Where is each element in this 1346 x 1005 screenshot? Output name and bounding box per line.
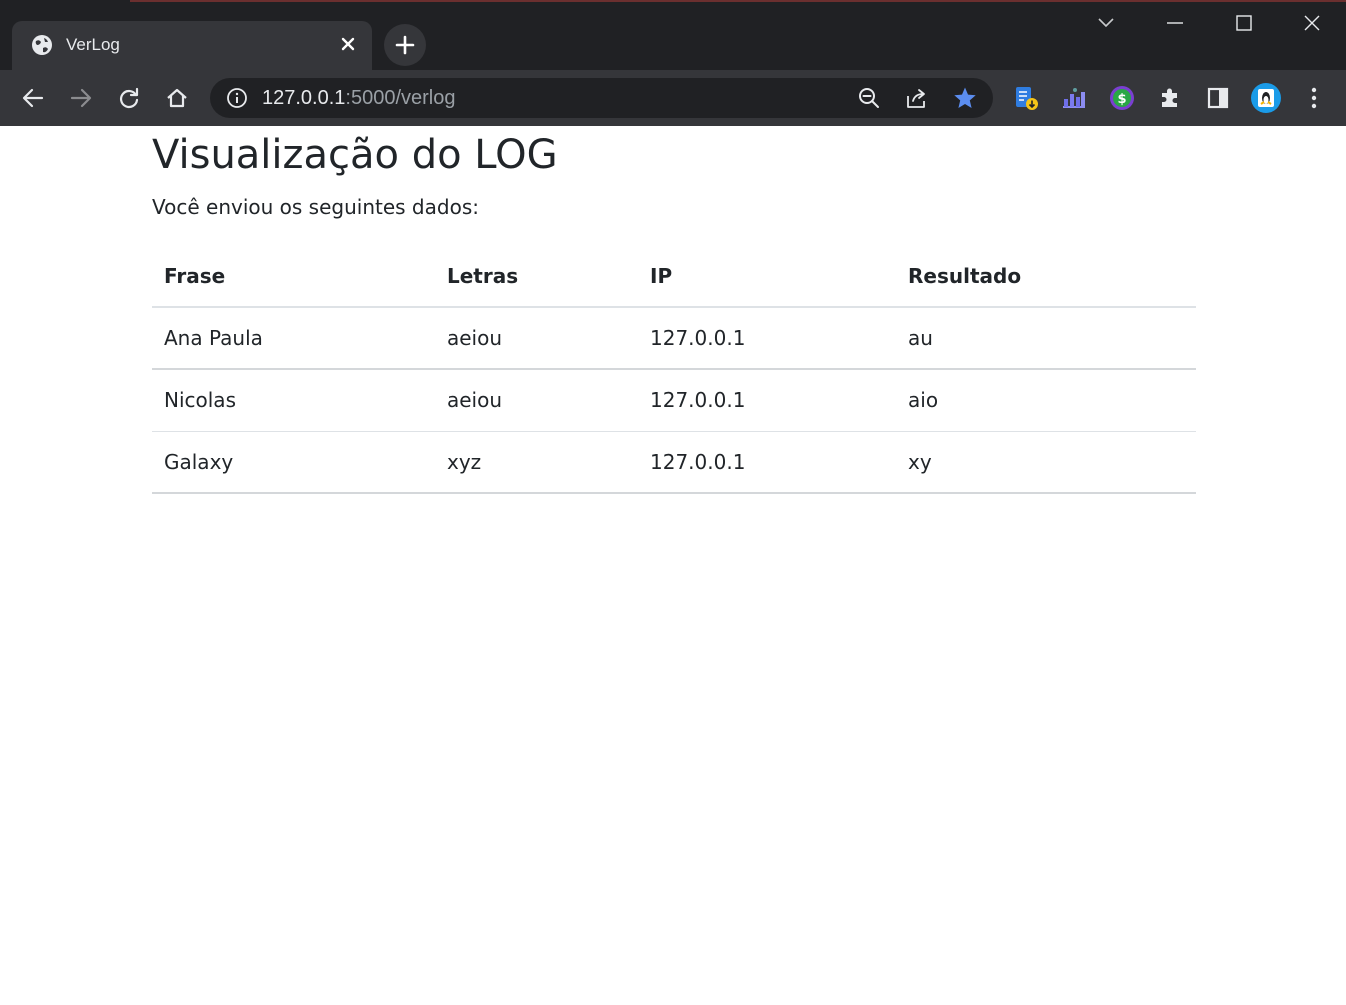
browser-menu-button[interactable] (1300, 84, 1328, 112)
avatar (1251, 83, 1281, 113)
table-row: Ana Paula aeiou 127.0.0.1 au (152, 307, 1196, 370)
url-text[interactable]: 127.0.0.1:5000/verlog (262, 87, 456, 110)
cell-letras: xyz (435, 431, 638, 494)
plus-icon (395, 35, 415, 55)
puzzle-icon (1162, 88, 1177, 107)
table-header-row: Frase Letras IP Resultado (152, 246, 1196, 308)
reload-button[interactable] (111, 80, 147, 116)
side-panel-icon (1207, 87, 1229, 109)
column-header-letras: Letras (435, 246, 638, 308)
address-bar[interactable]: 127.0.0.1:5000/verlog (210, 78, 993, 118)
cell-ip: 127.0.0.1 (638, 369, 896, 432)
share-icon (907, 89, 925, 108)
table-row: Nicolas aeiou 127.0.0.1 aio (152, 369, 1196, 432)
side-panel-button[interactable] (1204, 84, 1232, 112)
close-icon (1304, 15, 1320, 31)
reload-icon (119, 87, 139, 109)
page-title: Visualização do LOG (152, 132, 558, 178)
kebab-menu-icon (1311, 87, 1317, 109)
extensions-button[interactable] (1156, 84, 1184, 112)
back-button[interactable] (15, 80, 51, 116)
table-row: Galaxy xyz 127.0.0.1 xy (152, 431, 1196, 494)
content-container: Visualização do LOG Você enviou os segui… (152, 126, 1196, 494)
cell-frase: Ana Paula (152, 307, 435, 370)
dollar-icon: $ (1110, 86, 1134, 110)
info-icon[interactable] (226, 87, 248, 109)
maximize-icon (1236, 15, 1252, 31)
document-download-icon (1016, 87, 1038, 110)
arrow-left-icon (22, 88, 44, 108)
chart-extension-icon (1063, 88, 1085, 108)
new-tab-button[interactable] (384, 24, 426, 66)
home-button[interactable] (159, 80, 195, 116)
maximize-button[interactable] (1224, 8, 1264, 38)
intro-text: Você enviou os seguintes dados: (152, 195, 479, 219)
zoom-out-icon (859, 88, 879, 108)
extension-dollar[interactable]: $ (1108, 84, 1136, 112)
extension-file-download[interactable] (1012, 84, 1040, 112)
arrow-right-icon (70, 88, 92, 108)
page-viewport: Visualização do LOG Você enviou os segui… (0, 126, 1346, 1005)
tab-title: VerLog (66, 35, 120, 54)
zoom-button[interactable] (857, 86, 881, 110)
close-icon[interactable] (336, 32, 360, 56)
cell-letras: aeiou (435, 369, 638, 432)
log-table: Frase Letras IP Resultado Ana Paula aeio… (152, 246, 1196, 494)
forward-button[interactable] (63, 80, 99, 116)
cell-frase: Galaxy (152, 431, 435, 494)
minimize-button[interactable] (1155, 8, 1195, 38)
share-button[interactable] (905, 86, 929, 110)
cell-ip: 127.0.0.1 (638, 431, 896, 494)
home-icon (167, 88, 187, 108)
tab-search-button[interactable] (1086, 8, 1126, 38)
cell-resultado: xy (896, 431, 1196, 494)
minimize-icon (1167, 22, 1183, 24)
column-header-resultado: Resultado (896, 246, 1196, 308)
url-host: 127.0.0.1 (262, 87, 346, 109)
column-header-ip: IP (638, 246, 896, 308)
tab-verlog[interactable]: VerLog (12, 21, 372, 70)
extension-chart[interactable] (1060, 84, 1088, 112)
url-path: :5000/verlog (345, 87, 456, 109)
cell-frase: Nicolas (152, 369, 435, 432)
star-icon (954, 87, 976, 108)
window-accent (130, 0, 1346, 2)
column-header-frase: Frase (152, 246, 435, 308)
browser-titlebar: VerLog (0, 0, 1346, 70)
profile-avatar[interactable] (1250, 82, 1282, 114)
cell-ip: 127.0.0.1 (638, 307, 896, 370)
close-window-button[interactable] (1292, 8, 1332, 38)
chevron-down-icon (1098, 18, 1114, 28)
cell-letras: aeiou (435, 307, 638, 370)
browser-toolbar: 127.0.0.1:5000/verlog $ (0, 70, 1346, 126)
globe-icon (32, 35, 52, 55)
cell-resultado: au (896, 307, 1196, 370)
bookmark-button[interactable] (953, 86, 977, 110)
cell-resultado: aio (896, 369, 1196, 432)
svg-text:$: $ (1117, 92, 1126, 107)
